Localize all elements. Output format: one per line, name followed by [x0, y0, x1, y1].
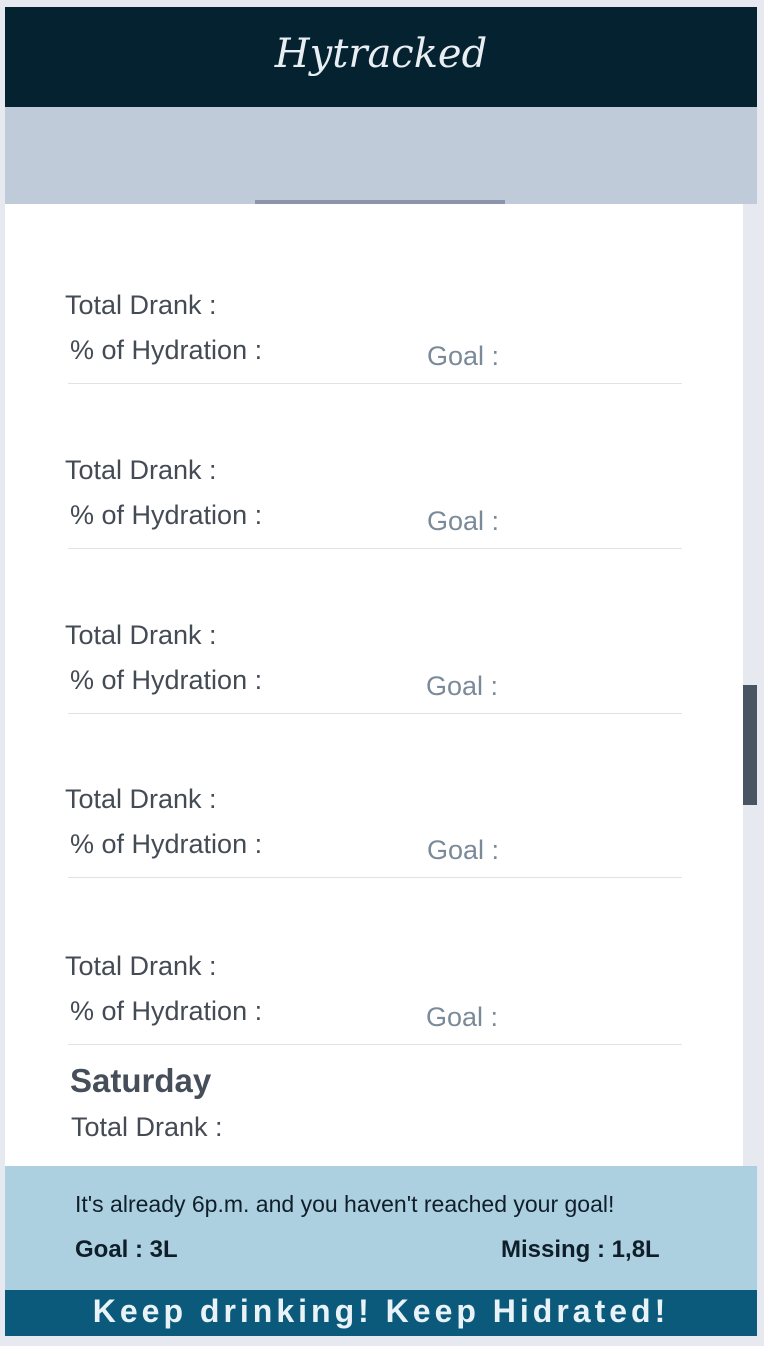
list-item: Total Drank : % of Hydration : Goal : [5, 698, 743, 878]
list-item: Total Drank : % of Hydration : Goal : [5, 204, 743, 384]
missing-amount: Missing : 1,8L [501, 1236, 660, 1263]
list-item: Total Drank : % of Hydration : Goal : [5, 865, 743, 1045]
goal-label: Goal : [426, 1002, 499, 1032]
total-drank-label: Total Drank : [65, 290, 217, 320]
daily-goal: Goal : 3L [75, 1236, 178, 1263]
hydration-label: % of Hydration : [70, 500, 263, 530]
day-heading: Saturday [70, 1062, 212, 1099]
reminder-message: It's already 6p.m. and you haven't reach… [75, 1191, 615, 1217]
hydration-label: % of Hydration : [70, 829, 263, 859]
total-drank-label: Total Drank : [65, 784, 217, 814]
reminder-banner: It's already 6p.m. and you haven't reach… [5, 1166, 757, 1290]
hydration-label: % of Hydration : [70, 996, 263, 1026]
hydration-label: % of Hydration : [70, 335, 263, 365]
list-item: Total Drank : % of Hydration : Goal : [5, 369, 743, 549]
app-logo: Hytracked [274, 31, 487, 77]
footer-slogan: Keep drinking! Keep Hidrated! [92, 1293, 670, 1329]
app-header: Hytracked [5, 7, 757, 107]
footer-banner: Keep drinking! Keep Hidrated! [5, 1290, 757, 1336]
total-drank-label: Total Drank : [65, 455, 217, 485]
goal-label: Goal : [427, 506, 500, 536]
total-drank-label: Total Drank : [65, 620, 217, 650]
separator [68, 1044, 682, 1045]
total-drank-label: Total Drank : [65, 951, 217, 981]
svg-text:Hytracked: Hytracked [274, 31, 487, 77]
scrollbar[interactable] [743, 204, 757, 1166]
app-window: Hytracked Total Drank : % of Hydration :… [5, 7, 757, 1336]
total-drank-label: Total Drank : [71, 1112, 223, 1142]
history-list[interactable]: Total Drank : % of Hydration : Goal : To… [5, 204, 743, 1166]
tab-bar[interactable] [5, 107, 757, 204]
hydration-label: % of Hydration : [70, 665, 263, 695]
goal-label: Goal : [427, 835, 500, 865]
goal-label: Goal : [427, 341, 500, 371]
scrollbar-thumb[interactable] [743, 685, 757, 805]
list-item: Total Drank : % of Hydration : Goal : [5, 534, 743, 714]
